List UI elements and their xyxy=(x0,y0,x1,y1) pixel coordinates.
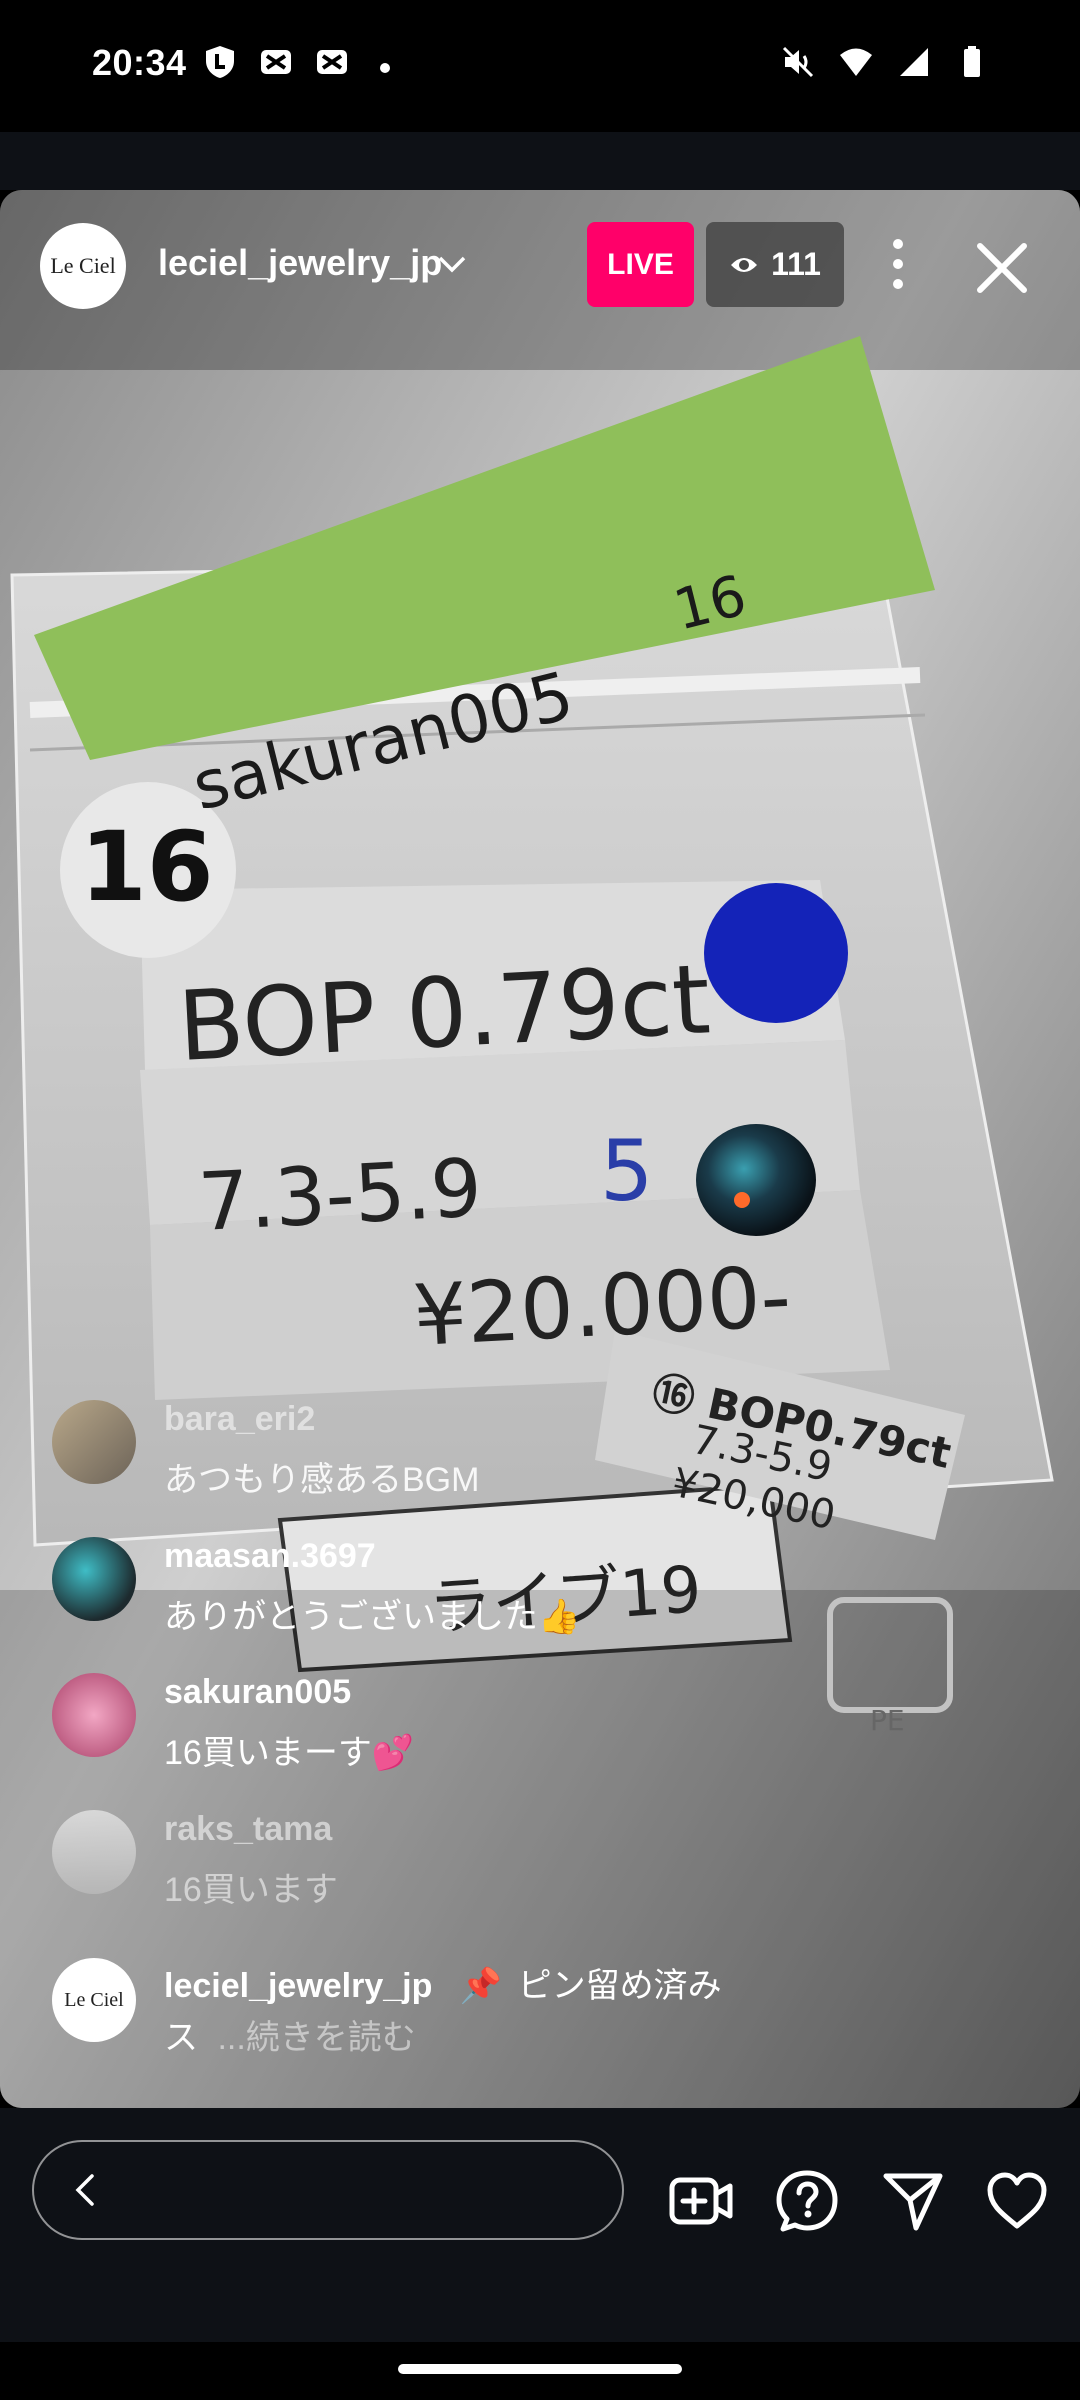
signal-icon xyxy=(900,48,928,76)
live-video[interactable]: sakuran005 16 16 BOP 0.79ct 7.3-5.9 5 ¥2… xyxy=(0,190,1080,2108)
dot-icon xyxy=(380,63,390,73)
wifi-icon xyxy=(840,48,872,76)
line2-extra: 5 xyxy=(600,1122,653,1220)
comment-text: ありがとうございました👍 xyxy=(164,1598,581,1636)
live-badge: LIVE xyxy=(587,222,694,307)
mute-icon xyxy=(782,46,814,78)
logo-text: PE xyxy=(870,1704,905,1737)
status-icons-right xyxy=(780,44,990,80)
scissors-box-icon xyxy=(317,50,347,74)
pin-icon: 📌 xyxy=(459,1967,503,2005)
comment-username[interactable]: leciel_jewelry_jp 📌 ピン留め済み xyxy=(164,1958,722,2007)
close-icon[interactable] xyxy=(974,240,1030,296)
pinned-label: ピン留め済み xyxy=(517,1967,722,2005)
line3-text: ¥20.000- xyxy=(411,1247,793,1365)
commenter-avatar[interactable] xyxy=(52,1673,136,1757)
commenter-avatar[interactable]: Le Ciel xyxy=(52,1958,136,2042)
status-icons-left xyxy=(202,44,390,80)
comment-text: ス ...続きを読む xyxy=(164,2010,416,2059)
battery-icon xyxy=(964,46,980,77)
more-options-icon[interactable] xyxy=(878,232,918,296)
eye-icon xyxy=(731,257,758,272)
commenter-avatar[interactable] xyxy=(52,1810,136,1894)
host-username[interactable]: leciel_jewelry_jp xyxy=(158,242,442,284)
read-more-link[interactable]: ...続きを読む xyxy=(217,2019,415,2057)
top-band xyxy=(0,132,1080,190)
comment-username[interactable]: maasan.3697 xyxy=(164,1537,376,1576)
status-bar: 20:34 xyxy=(0,0,1080,132)
scissors-box-icon xyxy=(261,50,291,74)
viewer-count: 111 xyxy=(771,246,821,282)
commenter-avatar[interactable] xyxy=(52,1537,136,1621)
commenter-avatar[interactable] xyxy=(52,1400,136,1484)
shield-l-icon xyxy=(206,46,234,78)
viewer-count-badge[interactable]: 111 xyxy=(706,222,844,307)
comment-text: あつもり感あるBGM xyxy=(164,1461,480,1499)
status-time: 20:34 xyxy=(92,42,187,83)
video-frame: sakuran005 16 16 BOP 0.79ct 7.3-5.9 5 ¥2… xyxy=(0,190,1080,2108)
heart-icon[interactable] xyxy=(984,2168,1050,2234)
host-avatar[interactable]: Le Ciel xyxy=(40,223,126,309)
comment-username[interactable]: raks_tama xyxy=(164,1810,332,1849)
send-icon[interactable] xyxy=(880,2168,946,2234)
comment-text: 16買いまーす💕 xyxy=(164,1734,415,1772)
chevron-down-icon[interactable] xyxy=(436,248,468,280)
line2-text: 7.3-5.9 xyxy=(196,1141,484,1249)
home-indicator[interactable] xyxy=(398,2364,682,2374)
badge-number: 16 xyxy=(80,811,214,923)
pinned-username[interactable]: leciel_jewelry_jp xyxy=(164,1967,432,2005)
pinned-text: ス xyxy=(164,2019,198,2057)
comment-text: 16買います xyxy=(164,1871,338,1909)
comment-username[interactable]: bara_eri2 xyxy=(164,1400,315,1439)
comment-input[interactable] xyxy=(32,2140,624,2240)
comment-username[interactable]: sakuran005 xyxy=(164,1673,351,1712)
add-video-icon[interactable] xyxy=(668,2168,734,2234)
question-icon[interactable] xyxy=(774,2168,840,2234)
bottom-bar xyxy=(0,2108,1080,2342)
chevron-left-icon[interactable] xyxy=(66,2170,106,2210)
